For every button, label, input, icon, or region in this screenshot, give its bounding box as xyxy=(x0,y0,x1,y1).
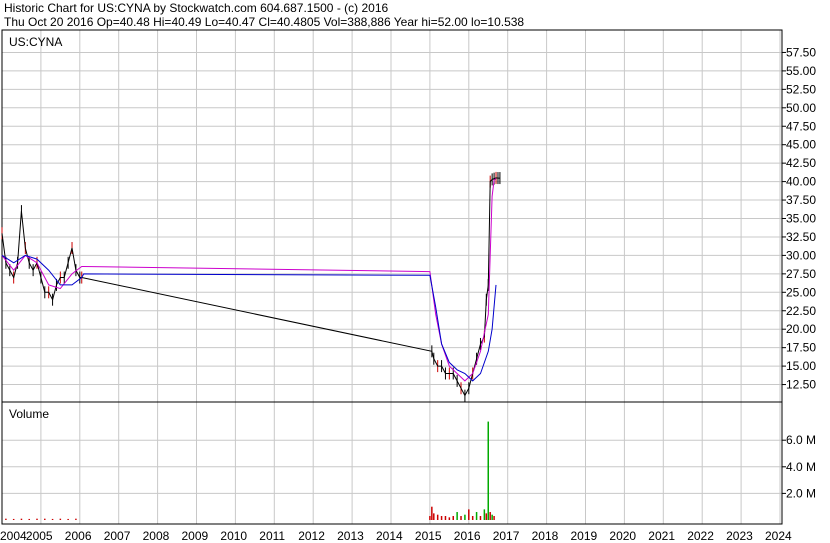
price-panel-title: US:CYNA xyxy=(9,35,62,49)
volume-tick-label: 4.0 M xyxy=(786,460,816,474)
price-tick-label: 45.00 xyxy=(786,138,816,152)
historic-chart: US:CYNA Volume 57.50 55.00 52.50 50.00 47.50… xyxy=(0,29,816,543)
year-tick-label: 2007 xyxy=(104,529,131,543)
year-tick-label: 2016 xyxy=(454,529,481,543)
year-tick-label: 2023 xyxy=(726,529,753,543)
year-tick-label: 2006 xyxy=(65,529,92,543)
year-tick-label: 2005 xyxy=(26,529,53,543)
price-tick-label: 12.50 xyxy=(786,378,816,392)
price-tick-label: 42.50 xyxy=(786,156,816,170)
price-tick-label: 57.50 xyxy=(786,45,816,59)
price-tick-label: 35.00 xyxy=(786,212,816,226)
price-tick-label: 52.50 xyxy=(786,82,816,96)
year-tick-label: 2024 xyxy=(765,529,792,543)
price-series-line xyxy=(1,177,500,397)
price-tick-label: 17.50 xyxy=(786,341,816,355)
year-tick-label: 2004 xyxy=(0,529,27,543)
volume-panel-title: Volume xyxy=(9,407,49,421)
price-tick-label: 27.50 xyxy=(786,267,816,281)
price-tick-label: 55.00 xyxy=(786,64,816,78)
price-tick-label: 25.00 xyxy=(786,285,816,299)
year-tick-label: 2022 xyxy=(687,529,714,543)
price-tick-label: 30.00 xyxy=(786,248,816,262)
price-tick-label: 40.00 xyxy=(786,175,816,189)
price-tick-label: 22.50 xyxy=(786,304,816,318)
price-tick-label: 15.00 xyxy=(786,359,816,373)
price-tick-label: 32.50 xyxy=(786,230,816,244)
year-tick-label: 2017 xyxy=(493,529,520,543)
year-tick-label: 2013 xyxy=(337,529,364,543)
price-tick-label: 47.50 xyxy=(786,119,816,133)
price-tick-label: 50.00 xyxy=(786,101,816,115)
volume-tick-label: 2.0 M xyxy=(786,486,816,500)
year-tick-label: 2021 xyxy=(648,529,675,543)
year-tick-label: 2014 xyxy=(376,529,403,543)
year-tick-label: 2010 xyxy=(220,529,247,543)
year-tick-label: 2011 xyxy=(259,529,285,543)
year-tick-label: 2018 xyxy=(532,529,559,543)
year-tick-label: 2015 xyxy=(415,529,442,543)
year-tick-label: 2020 xyxy=(609,529,636,543)
price-tick-label: 37.50 xyxy=(786,193,816,207)
year-tick-label: 2009 xyxy=(182,529,209,543)
price-tick-label: 20.00 xyxy=(786,322,816,336)
volume-tick-label: 6.0 M xyxy=(786,433,816,447)
year-tick-label: 2019 xyxy=(571,529,598,543)
moving-average-short-line xyxy=(1,178,497,382)
year-tick-label: 2012 xyxy=(298,529,325,543)
year-tick-label: 2008 xyxy=(143,529,170,543)
